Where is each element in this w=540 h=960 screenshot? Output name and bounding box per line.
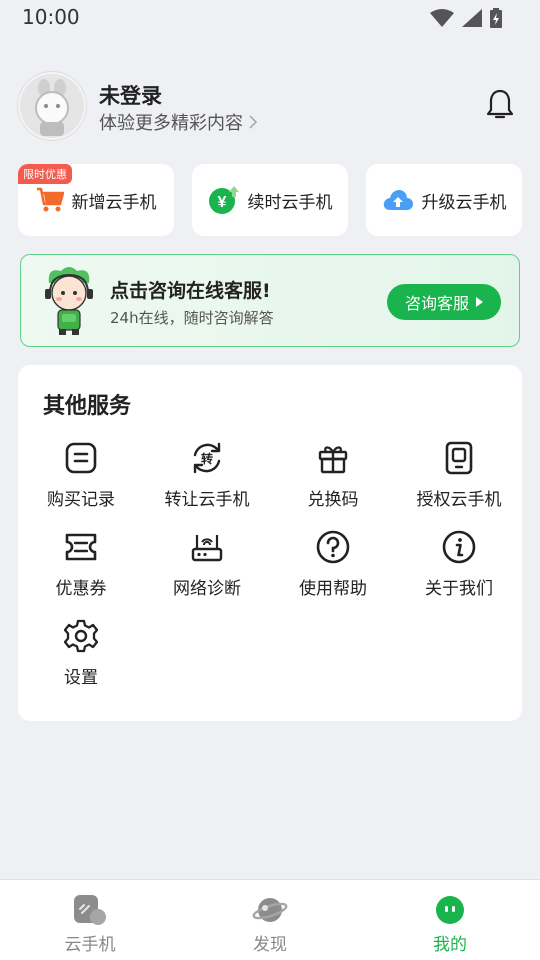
avatar[interactable] bbox=[18, 72, 86, 140]
service-label: 购买记录 bbox=[47, 490, 115, 510]
cloud-upload-icon bbox=[383, 190, 413, 210]
cloud-phone-icon bbox=[72, 892, 108, 928]
authorize-phone-icon bbox=[441, 440, 477, 476]
renew-cloud-phone-button[interactable]: ¥ 续时云手机 bbox=[192, 164, 348, 236]
planet-icon bbox=[252, 892, 288, 928]
service-label: 网络诊断 bbox=[173, 579, 241, 599]
service-label: 使用帮助 bbox=[299, 579, 367, 599]
profile-header[interactable]: 未登录 体验更多精彩内容 bbox=[18, 72, 522, 140]
service-coupon[interactable]: 优惠券 bbox=[18, 529, 144, 609]
limited-offer-badge: 限时优惠 bbox=[18, 164, 72, 184]
support-mascot-icon bbox=[45, 267, 93, 335]
service-help[interactable]: 使用帮助 bbox=[270, 529, 396, 609]
wifi-icon bbox=[430, 9, 454, 27]
profile-subtitle-text: 体验更多精彩内容 bbox=[99, 113, 243, 134]
cart-icon bbox=[36, 187, 64, 212]
tab-label: 我的 bbox=[433, 935, 467, 955]
bell-icon bbox=[486, 89, 514, 119]
signal-icon bbox=[462, 9, 482, 27]
help-icon bbox=[315, 529, 351, 565]
bottom-tab-bar: 云手机 发现 我的 bbox=[0, 879, 540, 960]
status-time: 10:00 bbox=[22, 5, 80, 29]
profile-face-icon bbox=[432, 892, 468, 928]
transfer-icon: 转 bbox=[189, 440, 225, 476]
service-label: 兑换码 bbox=[307, 490, 359, 510]
service-label: 授权云手机 bbox=[416, 490, 502, 510]
services-title: 其他服务 bbox=[43, 394, 132, 419]
tab-discover[interactable]: 发现 bbox=[180, 880, 360, 960]
support-desc: 24h在线，随时咨询解答 bbox=[110, 309, 274, 327]
renew-cloud-phone-label: 续时云手机 bbox=[247, 192, 333, 213]
other-services-card: 其他服务 购买记录 转 转让云手机 兑换码 授权云手机 优惠券 网络诊断 使用帮… bbox=[18, 365, 522, 721]
service-authorize-phone[interactable]: 授权云手机 bbox=[396, 440, 522, 520]
gift-icon bbox=[315, 440, 351, 476]
upgrade-cloud-phone-label: 升级云手机 bbox=[421, 192, 507, 213]
service-transfer[interactable]: 转 转让云手机 bbox=[144, 440, 270, 520]
svg-text:转: 转 bbox=[201, 451, 213, 466]
tab-cloud-phone[interactable]: 云手机 bbox=[0, 880, 180, 960]
contact-support-button[interactable]: 咨询客服 bbox=[387, 284, 501, 320]
service-redeem-code[interactable]: 兑换码 bbox=[270, 440, 396, 520]
service-purchase-record[interactable]: 购买记录 bbox=[18, 440, 144, 520]
add-cloud-phone-label: 新增云手机 bbox=[71, 192, 157, 213]
svg-text:¥: ¥ bbox=[217, 194, 226, 211]
battery-icon bbox=[490, 8, 502, 28]
customer-service-banner[interactable]: 点击咨询在线客服! 24h在线，随时咨询解答 咨询客服 bbox=[20, 254, 520, 347]
play-arrow-icon bbox=[476, 297, 483, 307]
service-settings[interactable]: 设置 bbox=[18, 618, 144, 698]
service-about-us[interactable]: 关于我们 bbox=[396, 529, 522, 609]
service-label: 优惠券 bbox=[55, 579, 107, 599]
support-title: 点击咨询在线客服! bbox=[110, 280, 271, 302]
notification-bell[interactable] bbox=[486, 88, 514, 124]
info-icon bbox=[441, 529, 477, 565]
service-label: 设置 bbox=[64, 668, 98, 688]
status-icons bbox=[430, 8, 502, 28]
tab-mine[interactable]: 我的 bbox=[360, 880, 540, 960]
service-network-diagnosis[interactable]: 网络诊断 bbox=[144, 529, 270, 609]
renew-yuan-icon: ¥ bbox=[208, 186, 239, 214]
add-cloud-phone-button[interactable]: 限时优惠 新增云手机 bbox=[18, 164, 174, 236]
chevron-right-icon bbox=[249, 115, 257, 129]
status-bar: 10:00 bbox=[0, 0, 540, 34]
coupon-icon bbox=[63, 529, 99, 565]
upgrade-cloud-phone-button[interactable]: 升级云手机 bbox=[366, 164, 522, 236]
settings-icon bbox=[63, 618, 99, 654]
service-label: 转让云手机 bbox=[164, 490, 250, 510]
router-icon bbox=[189, 529, 225, 565]
profile-subtitle[interactable]: 体验更多精彩内容 bbox=[99, 109, 257, 135]
login-status[interactable]: 未登录 bbox=[99, 80, 162, 110]
tab-label: 云手机 bbox=[64, 935, 116, 955]
service-label: 关于我们 bbox=[425, 579, 493, 599]
contact-support-label: 咨询客服 bbox=[404, 294, 469, 313]
purchase-record-icon bbox=[63, 440, 99, 476]
tab-label: 发现 bbox=[253, 935, 287, 955]
